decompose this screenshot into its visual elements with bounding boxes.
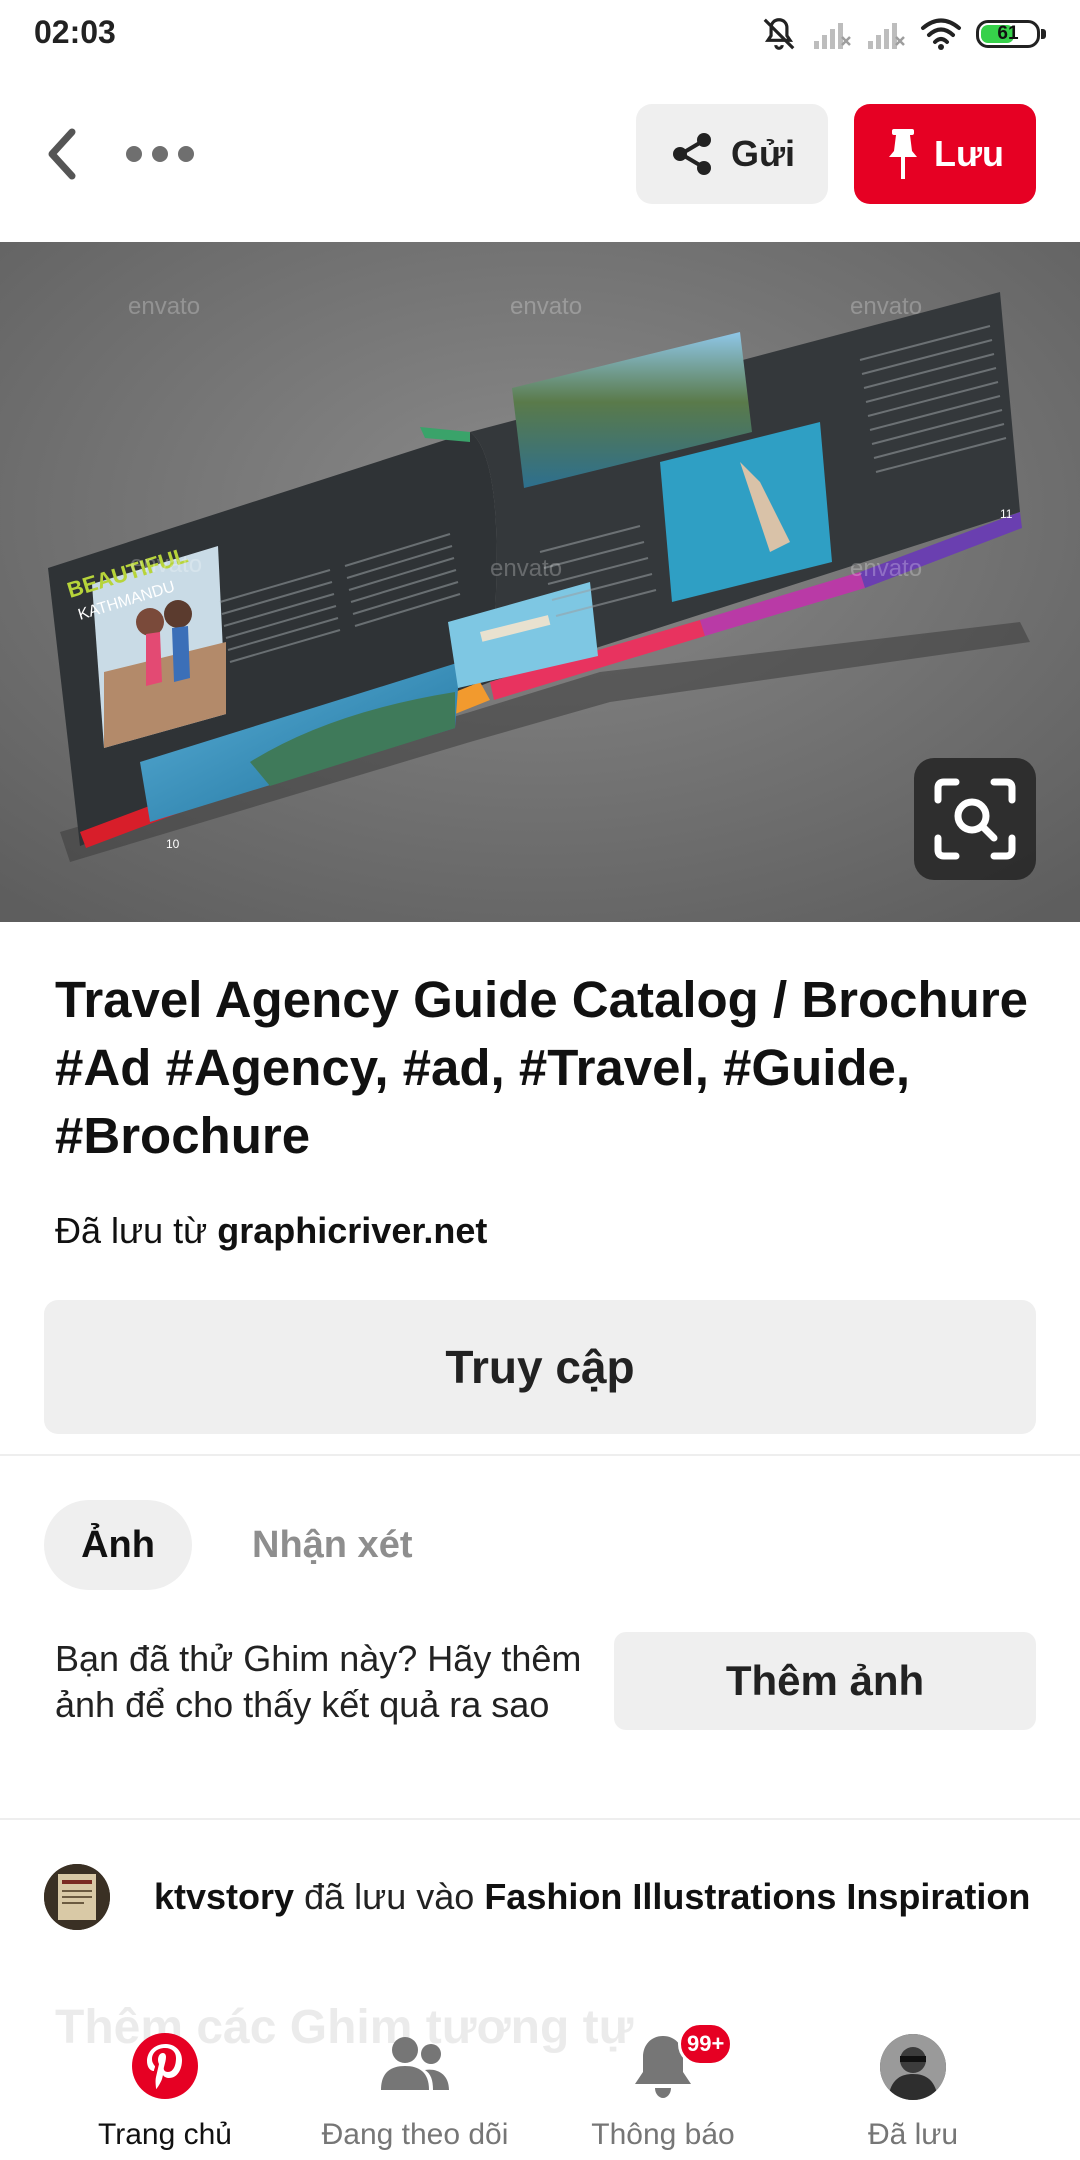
send-label: Gửi	[730, 133, 796, 174]
signal-off-icon	[868, 23, 905, 49]
battery-percent: 61	[997, 23, 1019, 44]
watermark-3: envato	[850, 293, 922, 320]
pinterest-logo-icon	[132, 2033, 198, 2099]
wifi-icon	[921, 18, 961, 50]
pin-top-bar: Gửi Lưu	[0, 96, 1080, 212]
save-pin-button[interactable]: Lưu	[854, 104, 1036, 204]
bottom-nav: Trang chủ Đang theo dõi 99+ Thông báo Đã…	[0, 2008, 1080, 2160]
activity-username[interactable]: ktvstory	[154, 1876, 294, 1917]
watermark-5: envato	[490, 555, 562, 582]
user-avatar[interactable]	[44, 1864, 110, 1930]
page-number-right: 11	[1000, 507, 1013, 521]
mute-bell-icon	[763, 18, 795, 50]
add-photo-button[interactable]: Thêm ảnh	[614, 1632, 1036, 1730]
avatar-image	[44, 1864, 110, 1930]
nav-home-label: Trang chủ	[98, 2118, 232, 2151]
divider	[0, 1454, 1080, 1456]
saved-from-prefix: Đã lưu từ	[55, 1210, 208, 1251]
pin-image[interactable]: BEAUTIFUL KATHMANDU envato envato envato…	[0, 242, 1080, 922]
activity-board-link[interactable]: Fashion Illustrations Inspiration	[484, 1876, 1030, 1917]
save-label: Lưu	[933, 133, 1005, 174]
tab-comments[interactable]: Nhận xét	[252, 1500, 412, 1590]
back-arrow-icon[interactable]	[38, 124, 86, 184]
activity-action: đã lưu vào	[304, 1876, 475, 1917]
send-button[interactable]: Gửi	[636, 104, 828, 204]
visual-search-icon	[934, 778, 1016, 860]
visual-search-button[interactable]	[914, 758, 1036, 880]
nav-home[interactable]: Trang chủ	[40, 2008, 290, 2160]
profile-avatar	[880, 2034, 946, 2100]
nav-saved[interactable]: Đã lưu	[788, 2008, 1038, 2160]
watermark-1: envato	[128, 293, 200, 320]
saved-from: Đã lưu từ graphicriver.net	[55, 1210, 487, 1252]
tried-pin-prompt: Bạn đã thử Ghim này? Hãy thêm ảnh để cho…	[55, 1638, 582, 1725]
notifications-badge: 99+	[678, 2022, 734, 2066]
nav-saved-label: Đã lưu	[867, 2118, 959, 2151]
status-icons: 61	[760, 14, 1046, 54]
battery-icon: 61	[976, 17, 1046, 51]
save-activity: ktvstory đã lưu vào Fashion Illustration…	[154, 1876, 1030, 1918]
tab-photos[interactable]: Ảnh	[44, 1500, 192, 1590]
status-time: 02:03	[34, 14, 116, 50]
pin-icon	[888, 129, 917, 179]
watermark-6: envato	[850, 555, 922, 582]
more-options-icon[interactable]	[124, 134, 196, 174]
nav-following-label: Đang theo dõi	[321, 2118, 509, 2151]
visit-button[interactable]: Truy cập	[44, 1300, 1036, 1434]
pin-detail-screen: 02:03 61 Gửi Lưu BEAUTIFUL KATHMANDU env…	[0, 0, 1080, 2160]
nav-following[interactable]: Đang theo dõi	[290, 2008, 540, 2160]
source-domain-link[interactable]: graphicriver.net	[217, 1210, 487, 1251]
page-number-left: 10	[166, 837, 180, 851]
share-icon	[672, 133, 711, 175]
people-icon	[381, 2037, 449, 2090]
pin-title: Travel Agency Guide Catalog / Brochure #…	[55, 971, 1029, 1164]
divider	[0, 1818, 1080, 1820]
signal-off-icon	[814, 23, 851, 49]
nav-notifications[interactable]: 99+ Thông báo	[538, 2008, 788, 2160]
watermark-4: envato	[130, 551, 202, 578]
status-bar: 02:03 61	[0, 0, 1080, 68]
watermark-2: envato	[510, 293, 582, 320]
nav-notifications-label: Thông báo	[591, 2118, 735, 2151]
